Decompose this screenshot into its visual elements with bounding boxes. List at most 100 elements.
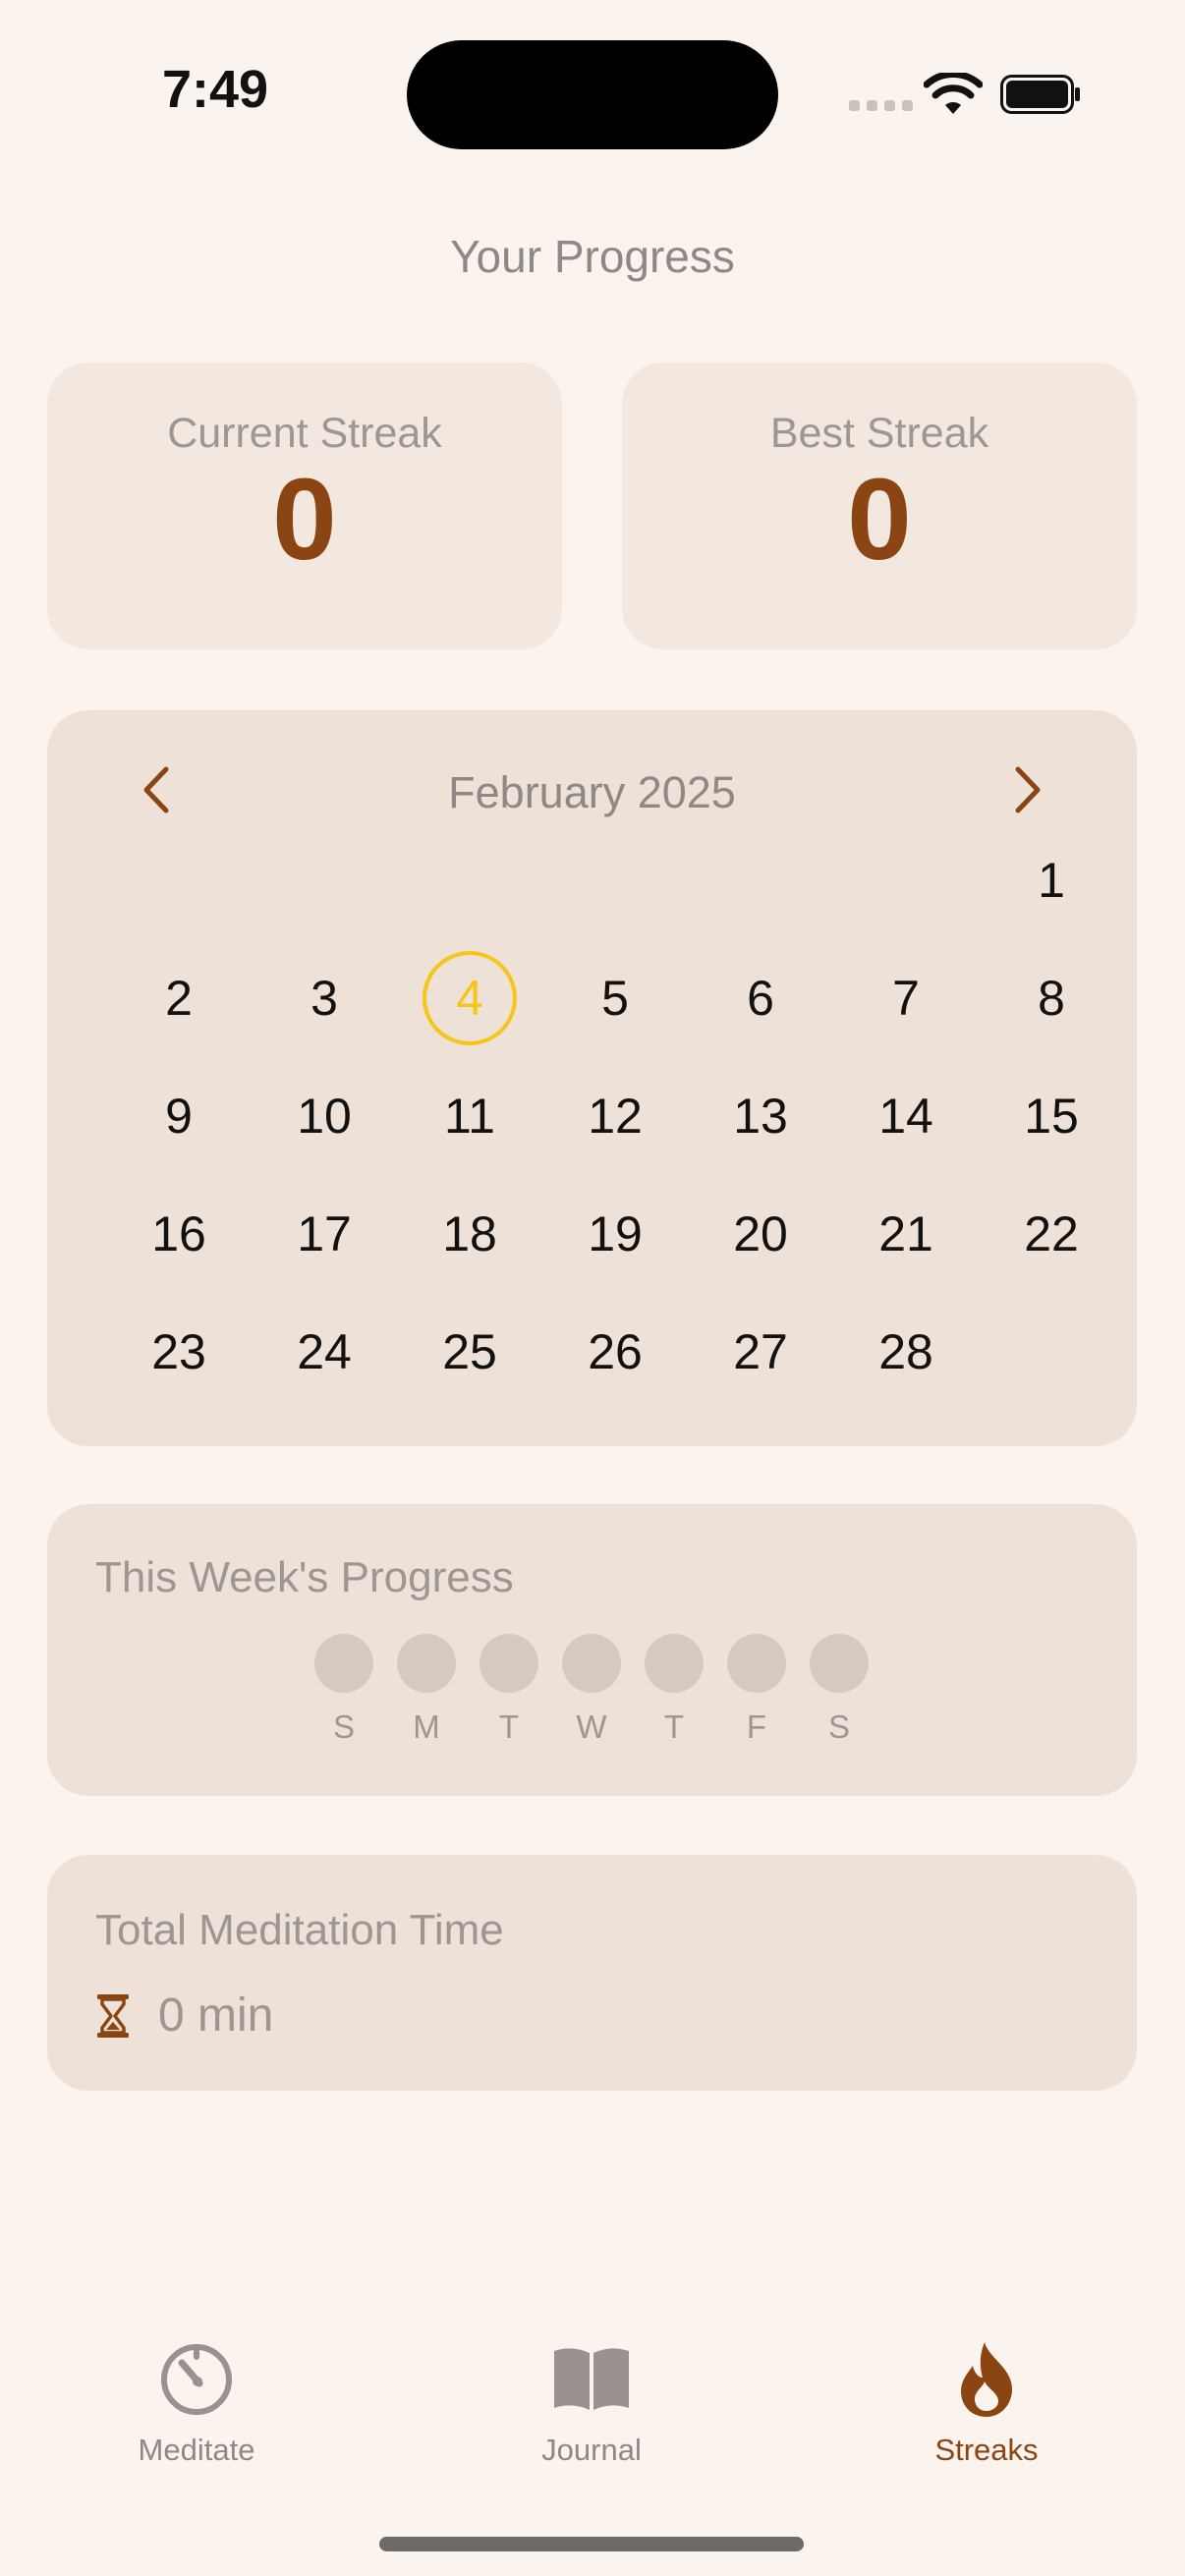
calendar-empty-cell (397, 821, 542, 939)
calendar-day[interactable]: 23 (106, 1293, 252, 1411)
total-time-row: 0 min (95, 1988, 273, 2043)
calendar-day[interactable]: 7 (833, 939, 979, 1057)
previous-month-button[interactable] (122, 756, 191, 824)
tab-streaks[interactable]: Streaks (869, 2338, 1104, 2468)
calendar-empty-cell (106, 821, 252, 939)
calendar-day[interactable]: 3 (252, 939, 397, 1057)
calendar-day-number: 23 (151, 1324, 206, 1379)
calendar-grid: 1 2 3 4 5 6 7 8 9 10 11 12 13 14 15 16 17 18 19 20 21 22 23 24 2… (106, 821, 1124, 1411)
calendar-empty-cell (542, 821, 688, 939)
calendar-day-number: 19 (588, 1206, 643, 1261)
week-progress-title: This Week's Progress (95, 1553, 514, 1601)
cellular-signal-icon (849, 100, 913, 111)
calendar-day[interactable]: 19 (542, 1175, 688, 1293)
calendar-day[interactable]: 28 (833, 1293, 979, 1411)
week-day: T (480, 1634, 538, 1746)
calendar-day-today[interactable]: 4 (397, 939, 542, 1057)
hourglass-icon (97, 1993, 129, 2038)
calendar-month-title: February 2025 (448, 767, 736, 817)
calendar-day-number: 9 (165, 1089, 193, 1144)
calendar-empty-cell (688, 821, 833, 939)
calendar-day-number: 12 (588, 1089, 643, 1144)
calendar-day-number: 22 (1024, 1206, 1079, 1261)
calendar-day[interactable]: 12 (542, 1057, 688, 1175)
calendar-day-number: 4 (423, 951, 517, 1045)
calendar-day[interactable]: 18 (397, 1175, 542, 1293)
streaks-screen: 7:49 Your Progress Current Streak 0 Best… (0, 0, 1185, 2576)
total-time-value: 0 min (158, 1989, 274, 2042)
calendar-day-number: 8 (1038, 971, 1065, 1026)
timer-icon (161, 2344, 232, 2415)
week-day: W (562, 1634, 621, 1746)
week-day: S (314, 1634, 373, 1746)
calendar-header: February 2025 (47, 756, 1137, 824)
week-day: S (810, 1634, 869, 1746)
tab-meditate-label: Meditate (138, 2433, 255, 2467)
week-day-letter: W (576, 1708, 607, 1745)
calendar-card: February 2025 1 2 3 4 5 6 7 8 9 10 11 12 13 14 15 16 17 1… (47, 710, 1137, 1446)
week-day-indicator (727, 1634, 786, 1693)
calendar-day[interactable]: 26 (542, 1293, 688, 1411)
calendar-empty-cell (833, 821, 979, 939)
current-streak-value: 0 (272, 455, 337, 585)
calendar-day-number: 16 (151, 1206, 206, 1261)
week-day-letter: M (413, 1708, 440, 1745)
flame-icon (961, 2342, 1012, 2417)
chevron-left-icon (143, 766, 169, 813)
calendar-day-number: 6 (747, 971, 774, 1026)
page-title: Your Progress (450, 231, 735, 282)
calendar-day[interactable]: 10 (252, 1057, 397, 1175)
calendar-day-number: 13 (733, 1089, 788, 1144)
best-streak-card: Best Streak 0 (622, 363, 1137, 649)
calendar-day[interactable]: 14 (833, 1057, 979, 1175)
week-day-indicator (562, 1634, 621, 1693)
status-time: 7:49 (162, 60, 269, 119)
week-day-indicator (480, 1634, 538, 1693)
calendar-day[interactable]: 21 (833, 1175, 979, 1293)
calendar-day-number: 2 (165, 971, 193, 1026)
calendar-day[interactable]: 25 (397, 1293, 542, 1411)
calendar-day[interactable]: 6 (688, 939, 833, 1057)
calendar-day-number: 10 (297, 1089, 352, 1144)
calendar-day[interactable]: 8 (979, 939, 1124, 1057)
calendar-day[interactable]: 20 (688, 1175, 833, 1293)
calendar-day-number: 17 (297, 1206, 352, 1261)
calendar-day[interactable]: 5 (542, 939, 688, 1057)
calendar-day-number: 20 (733, 1206, 788, 1261)
next-month-button[interactable] (993, 756, 1062, 824)
calendar-day[interactable]: 2 (106, 939, 252, 1057)
book-icon (554, 2348, 629, 2410)
calendar-day[interactable]: 1 (979, 821, 1124, 939)
calendar-day-number: 18 (442, 1206, 497, 1261)
calendar-day[interactable]: 16 (106, 1175, 252, 1293)
week-day-letter: T (663, 1708, 685, 1745)
calendar-day-number: 26 (588, 1324, 643, 1379)
calendar-day-number: 27 (733, 1324, 788, 1379)
chevron-right-icon (1015, 766, 1041, 813)
tab-streaks-label: Streaks (934, 2433, 1039, 2467)
calendar-day-number: 5 (601, 971, 629, 1026)
calendar-day[interactable]: 13 (688, 1057, 833, 1175)
tab-journal[interactable]: Journal (474, 2338, 709, 2468)
week-day-letter: T (498, 1708, 520, 1745)
calendar-day[interactable]: 17 (252, 1175, 397, 1293)
current-streak-label: Current Streak (167, 410, 442, 457)
calendar-day-number: 15 (1024, 1089, 1079, 1144)
week-progress-card: This Week's Progress S M T W T F S (47, 1504, 1137, 1796)
current-streak-card: Current Streak 0 (47, 363, 562, 649)
week-day-indicator (810, 1634, 869, 1693)
best-streak-value: 0 (847, 455, 912, 585)
battery-icon (1000, 75, 1080, 114)
tab-meditate[interactable]: Meditate (79, 2338, 314, 2468)
calendar-day[interactable]: 22 (979, 1175, 1124, 1293)
week-day-letter: S (827, 1708, 850, 1745)
calendar-day-number: 28 (878, 1324, 933, 1379)
week-day-indicator (645, 1634, 704, 1693)
calendar-day[interactable]: 27 (688, 1293, 833, 1411)
calendar-day[interactable]: 11 (397, 1057, 542, 1175)
calendar-day[interactable]: 15 (979, 1057, 1124, 1175)
calendar-day[interactable]: 24 (252, 1293, 397, 1411)
tab-bar: Meditate Journal Streaks (0, 2338, 1185, 2486)
calendar-day[interactable]: 9 (106, 1057, 252, 1175)
calendar-empty-cell (252, 821, 397, 939)
